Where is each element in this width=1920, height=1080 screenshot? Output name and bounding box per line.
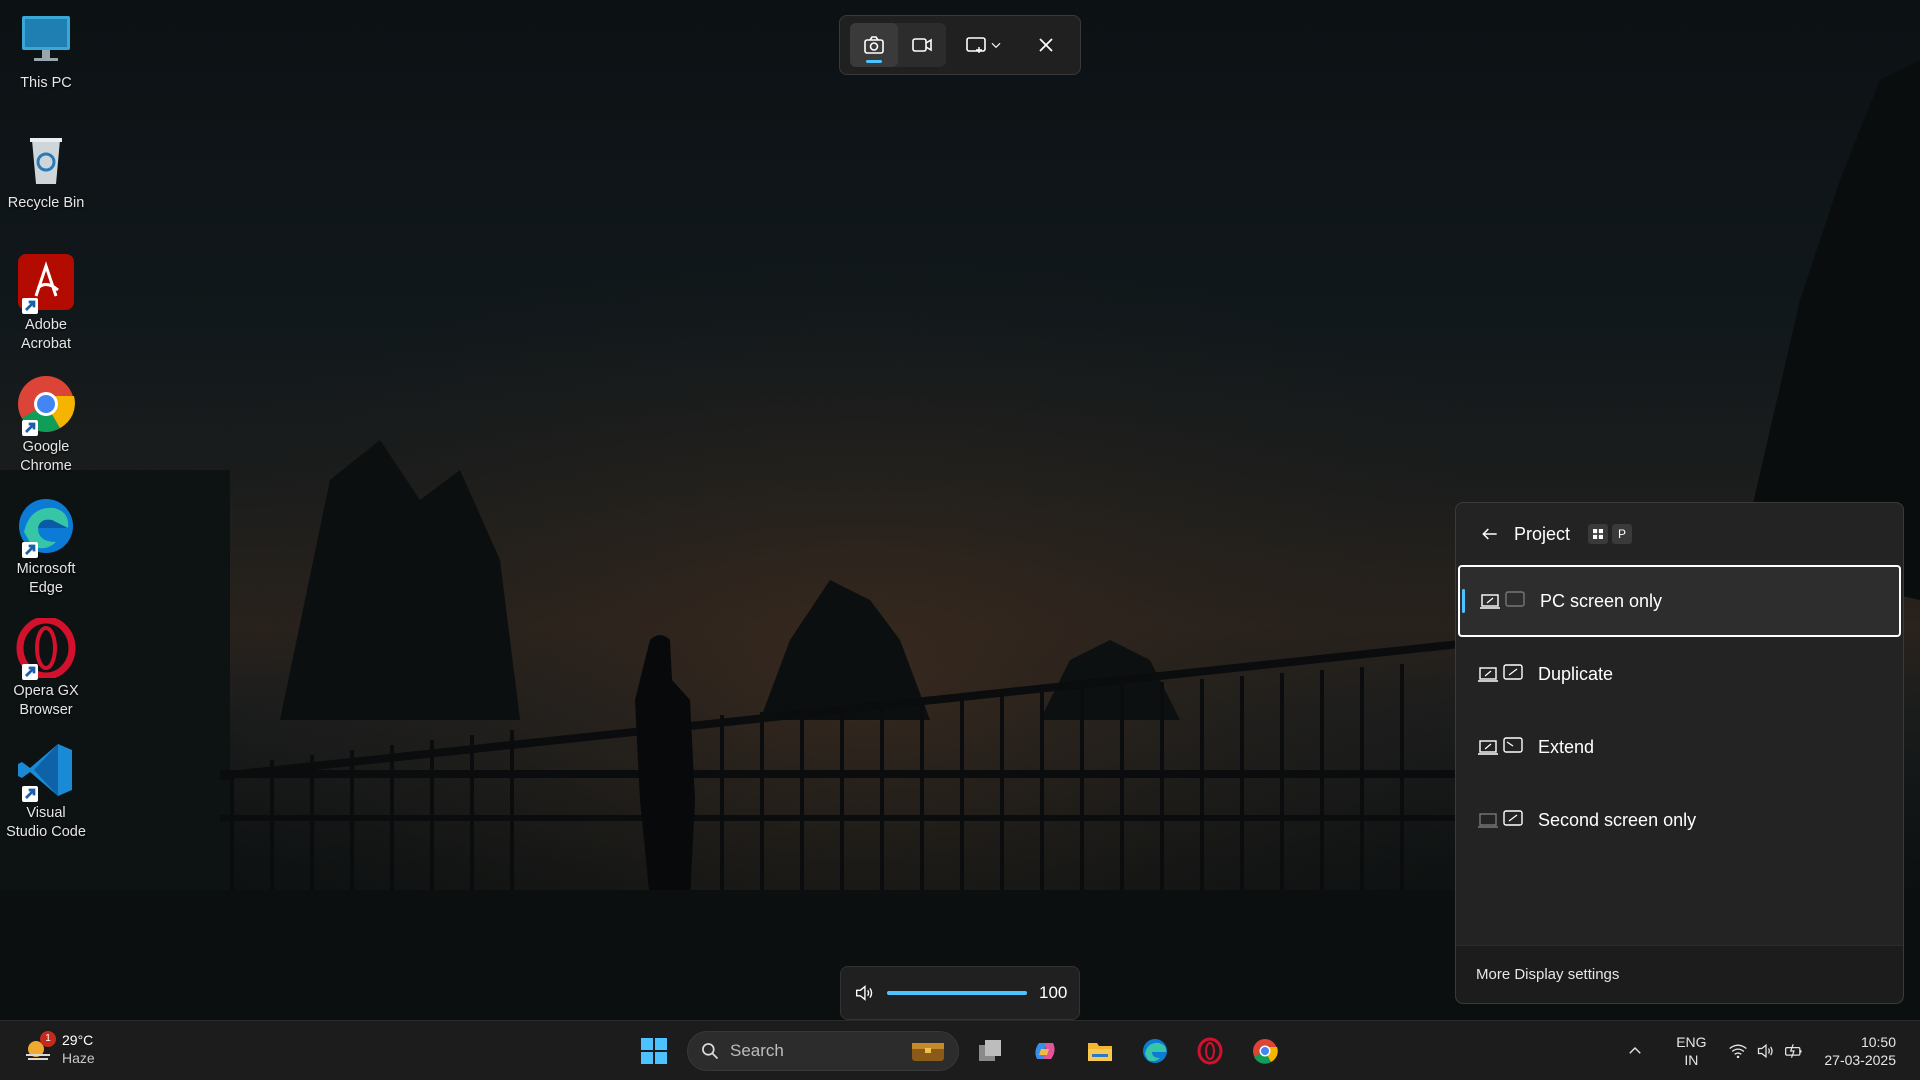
copilot-button[interactable] [1025,1031,1065,1071]
option-label: Extend [1538,736,1595,757]
option-label: Second screen only [1538,809,1697,830]
footer-label: More Display settings [1476,966,1620,983]
volume-flyout: 100 [840,966,1080,1020]
desktop-icon-label: This PC [20,75,72,91]
folder-icon [1088,1043,1112,1061]
chrome-taskbar-button[interactable] [1245,1031,1285,1071]
project-panel: Project P PC screen only Duplicate Exten… [1455,502,1904,1004]
quick-settings[interactable] [1728,1041,1804,1061]
notification-badge: 1 [40,1031,56,1047]
shortcut-arrow-icon [22,298,38,314]
desktop-icon-label: Opera GX Browser [13,683,79,718]
search-placeholder: Search [730,1041,784,1060]
project-header: Project P [1456,503,1903,565]
option-extend[interactable]: Extend [1458,711,1901,783]
wifi-icon [1729,1044,1748,1059]
video-icon [912,38,932,52]
weather-condition: Haze [62,1050,95,1066]
rectangle-select-icon [966,37,986,53]
option-duplicate[interactable]: Duplicate [1458,638,1901,710]
desktop-icon-adobe-acrobat[interactable]: Adobe Acrobat [0,252,92,354]
shortcut-key: P [1612,524,1633,544]
project-title: Project [1514,523,1571,544]
option-second-screen-only[interactable]: Second screen only [1458,784,1901,856]
duplicate-icon [1478,664,1523,682]
edge-icon [1143,1039,1167,1063]
windows-key-icon [1588,524,1609,544]
desktop-icon-this-pc[interactable]: This PC [0,10,92,93]
language-code: ENG [1676,1034,1707,1050]
windows-logo-icon [641,1038,667,1064]
taskbar: 1 29°C Haze Search ENG IN 10:50 27-03-20… [0,1020,1920,1080]
recycle-bin-icon [30,138,62,184]
system-tray: ENG IN 10:50 27-03-2025 [1626,1021,1920,1080]
extend-icon [1478,737,1523,755]
shortcut-arrow-icon [22,420,38,436]
volume-slider[interactable] [887,991,1027,995]
language-indicator[interactable]: ENG IN [1668,1033,1714,1069]
taskbar-search[interactable]: Search [687,1031,959,1071]
option-pc-screen-only[interactable]: PC screen only [1458,565,1901,637]
edge-taskbar-button[interactable] [1135,1031,1175,1071]
back-arrow-icon[interactable] [1480,524,1500,544]
clock-date: 27-03-2025 [1824,1052,1896,1068]
desktop-icon-vscode[interactable]: Visual Studio Code [0,740,92,842]
opera-taskbar-button[interactable] [1190,1031,1230,1071]
opera-icon [1197,1037,1223,1065]
more-display-settings-link[interactable]: More Display settings [1456,945,1903,1003]
desktop-icon-opera-gx[interactable]: Opera GX Browser [0,616,92,720]
clock-time: 10:50 [1860,1034,1896,1050]
desktop-icon-microsoft-edge[interactable]: Microsoft Edge [0,496,92,598]
language-region: IN [1684,1052,1699,1068]
video-mode-button[interactable] [898,23,946,67]
monitor-icon [22,16,70,61]
search-icon [702,1043,719,1060]
desktop-icon-google-chrome[interactable]: Google Chrome [0,374,92,476]
chrome-icon [1253,1039,1278,1064]
shortcut-arrow-icon [22,664,38,680]
pc-screen-only-icon [1480,591,1525,609]
clock[interactable]: 10:50 27-03-2025 [1824,1033,1896,1069]
chevron-up-icon[interactable] [1626,1042,1644,1060]
start-button[interactable] [634,1031,674,1071]
shortcut-arrow-icon [22,542,38,558]
weather-temp: 29°C [62,1032,94,1048]
weather-widget[interactable]: 1 29°C Haze [22,1031,95,1067]
file-explorer-button[interactable] [1080,1031,1120,1071]
task-view-icon [979,1040,1001,1061]
close-icon [1039,38,1053,52]
desktop-icon-recycle-bin[interactable]: Recycle Bin [0,130,92,213]
close-snip-button[interactable] [1022,23,1070,67]
snip-shape-dropdown[interactable] [954,23,1014,67]
snipping-toolbar [839,15,1081,75]
chevron-down-icon [991,42,1001,49]
search-highlight-icon [912,1043,944,1061]
volume-slider-fill [887,991,1027,995]
task-view-button[interactable] [970,1031,1010,1071]
volume-icon [1758,1043,1774,1059]
second-screen-only-icon [1478,810,1523,828]
shortcut-arrow-icon [22,786,38,802]
camera-icon [864,36,884,54]
desktop-icon-label: Recycle Bin [7,195,85,211]
option-label: Duplicate [1538,663,1614,684]
desktop-icon-label: Visual Studio Code [6,805,86,840]
speaker-icon[interactable] [853,982,875,1004]
option-label: PC screen only [1540,590,1663,611]
battery-icon [1785,1044,1802,1058]
volume-value: 100 [1039,983,1068,1002]
capture-mode-group [850,23,946,67]
screenshot-mode-button[interactable] [850,23,898,67]
weather-icon: 1 [22,1031,56,1065]
copilot-icon [1035,1043,1055,1059]
